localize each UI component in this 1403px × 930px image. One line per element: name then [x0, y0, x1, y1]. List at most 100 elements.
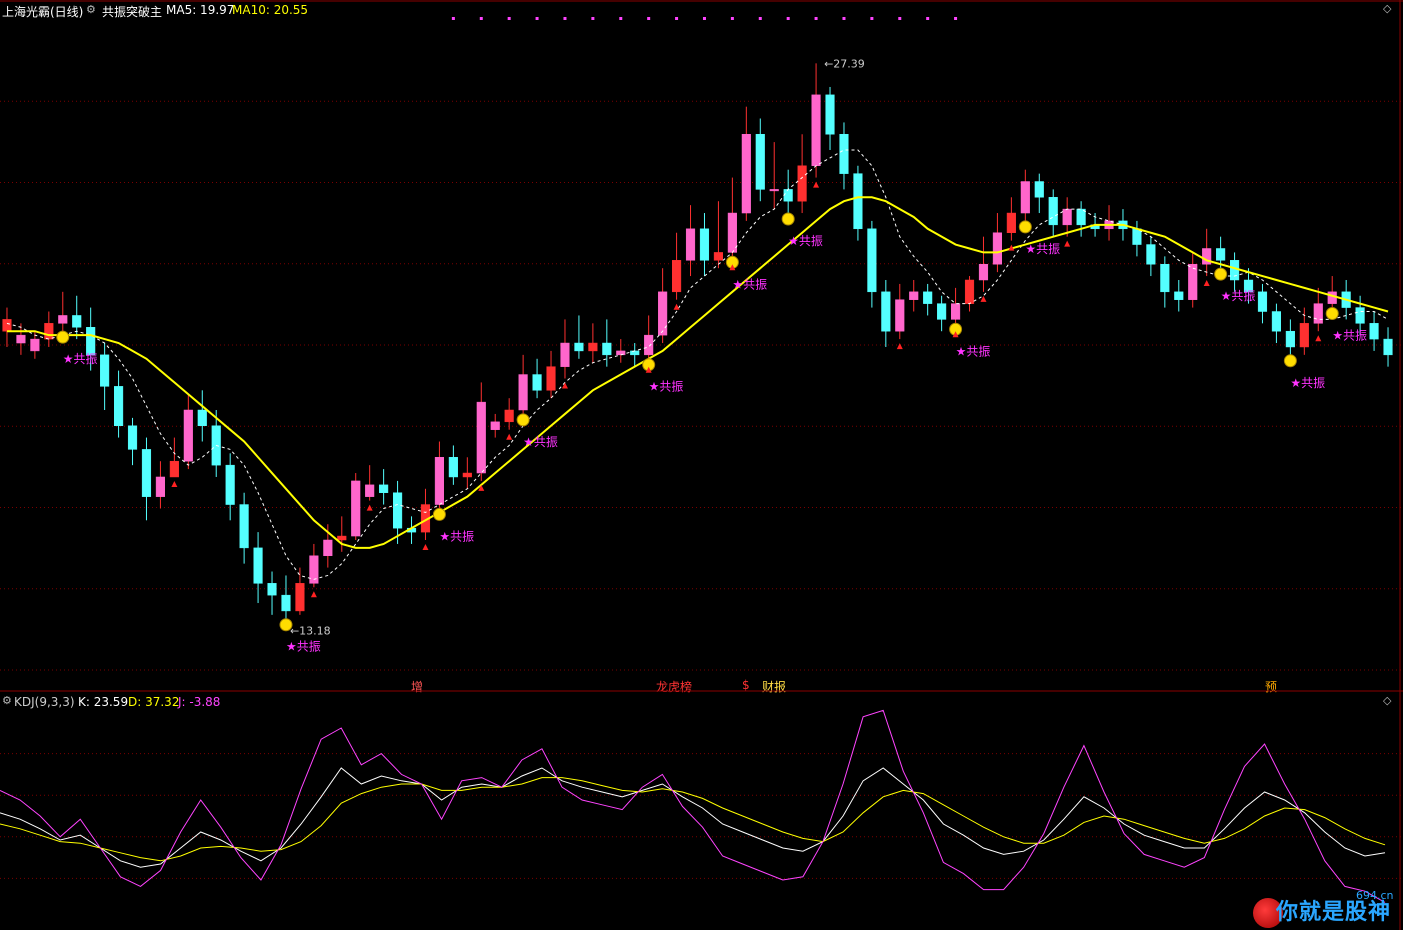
smiley-icon — [781, 212, 795, 226]
signal-label: ★共振 — [286, 640, 321, 654]
candle-body — [644, 334, 654, 356]
kdj-k-line — [0, 767, 1386, 868]
candle-body — [155, 476, 165, 497]
up-arrow-icon — [896, 343, 903, 350]
candle-body — [978, 263, 989, 281]
candle-body — [909, 291, 919, 300]
candle-body — [964, 279, 975, 304]
top-signal-dot — [591, 17, 595, 20]
kdj-j-line — [0, 709, 1386, 903]
top-signal-dot — [479, 17, 483, 20]
candle-body — [811, 94, 821, 167]
up-arrow-icon — [366, 504, 373, 511]
top-signal-dot — [675, 17, 679, 20]
candle-body — [337, 535, 347, 541]
candle-body — [1285, 330, 1295, 348]
ma10-line — [6, 196, 1389, 549]
candle-body — [755, 133, 765, 190]
up-arrow-icon — [1315, 335, 1322, 342]
candle-body — [1076, 208, 1086, 226]
top-signal-dot — [535, 17, 539, 20]
candle-body — [253, 547, 263, 584]
top-signal-dot — [619, 17, 623, 20]
candle-body — [1160, 263, 1170, 293]
candle-body — [1174, 291, 1184, 300]
candle-body — [434, 457, 444, 505]
candle-body — [141, 449, 152, 497]
watermark-text: 你就是股神 — [1275, 900, 1391, 925]
top-signal-dot — [814, 17, 818, 20]
kdj-d-line — [0, 777, 1386, 862]
candle-body — [853, 173, 863, 230]
candle-body — [1146, 244, 1156, 265]
candle-body — [937, 303, 947, 320]
up-arrow-icon — [1203, 280, 1210, 287]
candle-body — [685, 228, 696, 261]
candle-body — [1369, 323, 1379, 340]
up-arrow-icon — [310, 591, 317, 598]
top-signal-dot — [842, 17, 846, 20]
candle-body — [895, 299, 905, 332]
candle-body — [225, 464, 235, 505]
candle-body — [1383, 338, 1393, 356]
candle-body — [462, 472, 472, 478]
ma5-line — [6, 149, 1389, 580]
candle-body — [616, 350, 626, 356]
candle-body — [658, 291, 668, 336]
candle-body — [323, 539, 333, 557]
candle-body — [574, 342, 584, 352]
up-arrow-icon — [980, 295, 987, 302]
candle-body — [267, 583, 277, 596]
candle-body — [1230, 260, 1240, 281]
candle-body — [560, 342, 570, 367]
candle-body — [727, 212, 737, 253]
top-signal-dot — [702, 17, 706, 20]
candle-body — [16, 334, 26, 344]
candle-body — [1355, 307, 1365, 324]
up-arrow-icon — [673, 303, 680, 310]
candle-body — [114, 386, 124, 427]
candle-body — [44, 323, 54, 340]
candle-body — [100, 354, 110, 387]
top-signal-dot — [451, 17, 455, 20]
top-signal-dot — [786, 17, 790, 20]
up-arrow-icon — [171, 480, 178, 487]
candle-body — [1132, 228, 1142, 245]
signal-label: ★共振 — [1332, 329, 1367, 343]
top-signal-dot — [507, 17, 511, 20]
candle-body — [239, 504, 249, 549]
candle-body — [490, 421, 500, 430]
candle-body — [183, 409, 193, 462]
signal-label: ★共振 — [788, 234, 823, 248]
signal-label: ★共振 — [732, 277, 767, 291]
candle-body — [672, 260, 682, 293]
top-signal-dot — [954, 17, 958, 20]
candle-body — [448, 457, 458, 478]
candle-body — [197, 409, 207, 427]
candle-body — [504, 409, 514, 423]
candle-body — [532, 374, 542, 391]
signal-label: ★共振 — [439, 529, 474, 543]
candle-body — [783, 189, 793, 202]
candle-body — [769, 189, 779, 192]
signal-label: ★共振 — [1025, 242, 1060, 256]
up-arrow-icon — [813, 181, 820, 188]
candle-body — [86, 327, 96, 356]
candle-body — [169, 460, 179, 478]
candle-body — [281, 594, 291, 612]
top-signal-dot — [730, 17, 734, 20]
candle-body — [923, 291, 933, 304]
candle-body — [393, 492, 403, 529]
candle-body — [72, 315, 82, 328]
smiley-icon — [516, 413, 530, 427]
candle-body — [992, 232, 1002, 265]
smiley-icon — [1283, 354, 1297, 368]
candle-body — [630, 350, 640, 356]
smiley-icon — [1018, 220, 1032, 234]
candle-body — [699, 228, 710, 261]
candle-body — [825, 94, 835, 135]
candle-body — [867, 228, 877, 293]
candle-body — [1327, 291, 1337, 304]
candle-body — [58, 315, 68, 324]
chart-canvas[interactable]: ←27.39 ←13.18 ★共振 ★共振 ★共振 ★共振 ★共振 ★共振 ★共振 ★共振 ★共振 ★… — [0, 0, 1403, 930]
